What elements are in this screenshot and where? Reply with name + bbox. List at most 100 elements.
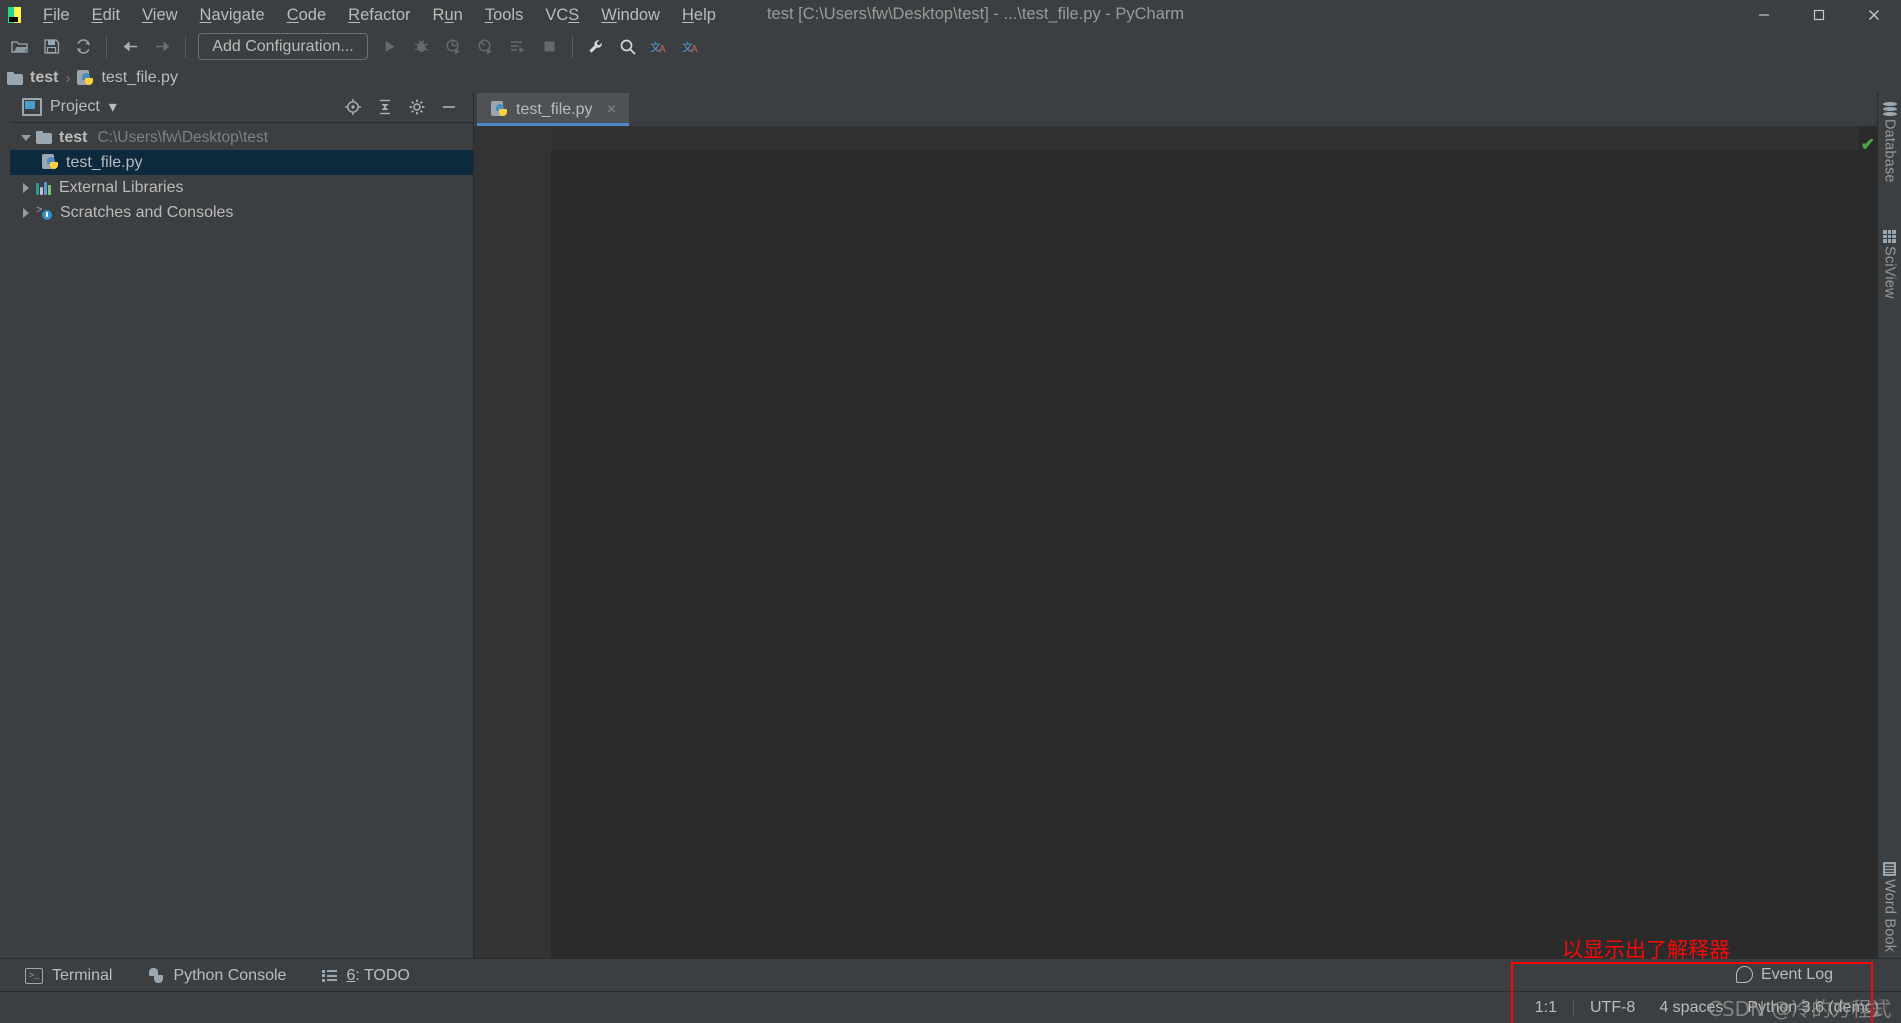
editor-tab-bar: test_file.py × [474, 92, 1878, 127]
menu-edit[interactable]: Edit [81, 2, 131, 28]
close-button[interactable] [1846, 0, 1901, 29]
search-icon[interactable] [613, 32, 643, 62]
maximize-button[interactable] [1791, 0, 1846, 29]
menu-refactor[interactable]: Refactor [337, 2, 421, 28]
tree-row-external-libraries[interactable]: External Libraries [10, 175, 473, 200]
debug-icon[interactable] [406, 32, 436, 62]
menu-run[interactable]: Run [422, 2, 474, 28]
back-arrow-icon[interactable] [115, 32, 145, 62]
pycharm-logo-icon [4, 5, 26, 25]
menu-view[interactable]: View [131, 2, 188, 28]
tree-label-external-libraries: External Libraries [59, 178, 184, 196]
editor-tab-label: test_file.py [516, 100, 593, 118]
bottom-item-python-console[interactable]: Python Console [137, 964, 297, 988]
editor-scrollbar[interactable]: ✔ [1858, 126, 1878, 958]
menu-file[interactable]: File [32, 2, 81, 28]
run-icon[interactable] [374, 32, 404, 62]
right-tool-window-strip: Database SciView Word Book [1877, 92, 1901, 958]
menu-window[interactable]: Window [590, 2, 671, 28]
open-icon[interactable] [4, 32, 34, 62]
project-tree: test C:\Users\fw\Desktop\test test_file.… [10, 123, 473, 225]
project-panel-actions [337, 95, 473, 119]
bottom-item-todo[interactable]: 6: TODO [311, 964, 420, 988]
save-all-icon[interactable] [36, 32, 66, 62]
main-toolbar: Add Configuration... 文A 文A [0, 29, 1901, 65]
window-controls [1736, 0, 1901, 29]
translate-icon[interactable]: 文A [645, 32, 675, 62]
bottom-label-python-console: Python Console [173, 966, 287, 984]
sync-icon[interactable] [68, 32, 98, 62]
tree-row-scratches[interactable]: >_ Scratches and Consoles [10, 200, 473, 225]
editor-tab-test-file[interactable]: test_file.py × [477, 93, 630, 126]
translate-docs-icon[interactable]: 文A [677, 32, 707, 62]
folder-icon [36, 131, 52, 144]
close-icon[interactable]: × [603, 101, 619, 118]
python-console-icon [148, 967, 164, 984]
profile-icon[interactable] [470, 32, 500, 62]
tree-label-test-file: test_file.py [66, 153, 143, 171]
breadcrumb-item-project[interactable]: test [7, 69, 58, 87]
svg-text:A: A [659, 44, 666, 55]
select-opened-file-icon[interactable] [340, 95, 366, 119]
run-coverage-icon[interactable] [438, 32, 468, 62]
tree-label-scratches: Scratches and Consoles [60, 203, 234, 221]
right-strip-label-database: Database [1881, 119, 1898, 183]
right-strip-item-sciview[interactable]: SciView [1878, 230, 1901, 299]
window-title: test [C:\Users\fw\Desktop\test] - ...\te… [766, 5, 1185, 23]
expand-arrow-icon[interactable] [16, 134, 36, 141]
breadcrumb-label-file: test_file.py [101, 69, 178, 86]
todo-icon [322, 970, 337, 982]
bottom-item-terminal[interactable]: >_ Terminal [14, 964, 123, 988]
minimize-button[interactable] [1736, 0, 1791, 29]
tree-row-project-root[interactable]: test C:\Users\fw\Desktop\test [10, 125, 473, 150]
title-bar: File Edit View Navigate Code Refactor Ru… [0, 0, 1901, 30]
hide-panel-icon[interactable] [436, 95, 462, 119]
run-with-profiler-icon[interactable] [502, 32, 532, 62]
tree-label-project-root: test [59, 128, 88, 146]
annotation-note: 以显示出了解释器 [1562, 938, 1730, 962]
project-panel-title: Project [50, 98, 100, 115]
breadcrumb-item-file[interactable]: test_file.py [77, 69, 178, 87]
settings-wrench-icon[interactable] [581, 32, 611, 62]
right-strip-label-sciview: SciView [1881, 246, 1898, 299]
menu-help[interactable]: Help [671, 2, 727, 28]
menu-navigate[interactable]: Navigate [189, 2, 276, 28]
right-strip-item-database[interactable]: Database [1878, 102, 1901, 183]
breadcrumb-label-project: test [30, 69, 59, 86]
python-file-icon [42, 154, 59, 171]
breadcrumb: test › test_file.py [0, 64, 1901, 93]
csdn-watermark: CSDN @冷的方程式 [1708, 997, 1892, 1021]
caret-line-highlight [551, 126, 1858, 150]
editor-gutter[interactable] [474, 126, 552, 958]
toolbar-divider [106, 35, 107, 58]
menu-tools[interactable]: Tools [474, 2, 535, 28]
tree-row-test-file[interactable]: test_file.py [10, 150, 473, 175]
bottom-label-terminal: Terminal [52, 966, 113, 984]
right-strip-item-word-book[interactable]: Word Book [1878, 862, 1901, 952]
expand-arrow-icon[interactable] [16, 207, 36, 218]
collapse-all-icon[interactable] [372, 95, 398, 119]
svg-text:A: A [691, 44, 698, 55]
menu-code[interactable]: Code [276, 2, 337, 28]
python-file-icon [77, 69, 94, 87]
editor-text-area[interactable] [551, 126, 1858, 958]
menu-vcs[interactable]: VCS [534, 2, 590, 28]
project-panel-header: Project ▾ [10, 92, 473, 123]
run-configuration-selector[interactable]: Add Configuration... [198, 33, 368, 60]
stop-icon[interactable] [534, 32, 564, 62]
editor-area: test_file.py × ✔ [474, 92, 1878, 958]
bottom-label-todo: 6: TODO [346, 966, 410, 984]
menu-bar: File Edit View Navigate Code Refactor Ru… [32, 0, 727, 29]
project-tool-window: Project ▾ test C:\Users\fw\Desktop\test … [10, 92, 474, 958]
pycharm-window: File Edit View Navigate Code Refactor Ru… [0, 0, 1901, 1023]
expand-arrow-icon[interactable] [16, 182, 36, 193]
inspection-status-icon[interactable]: ✔ [1861, 135, 1875, 155]
svg-text:du: du [1874, 1012, 1881, 1018]
right-strip-label-word-book: Word Book [1881, 879, 1898, 953]
scratches-icon: >_ [36, 205, 53, 220]
folder-icon [7, 71, 23, 85]
forward-arrow-icon[interactable] [147, 32, 177, 62]
gear-icon[interactable] [404, 95, 430, 119]
chevron-down-icon[interactable]: ▾ [109, 97, 117, 117]
project-window-icon [22, 98, 42, 116]
